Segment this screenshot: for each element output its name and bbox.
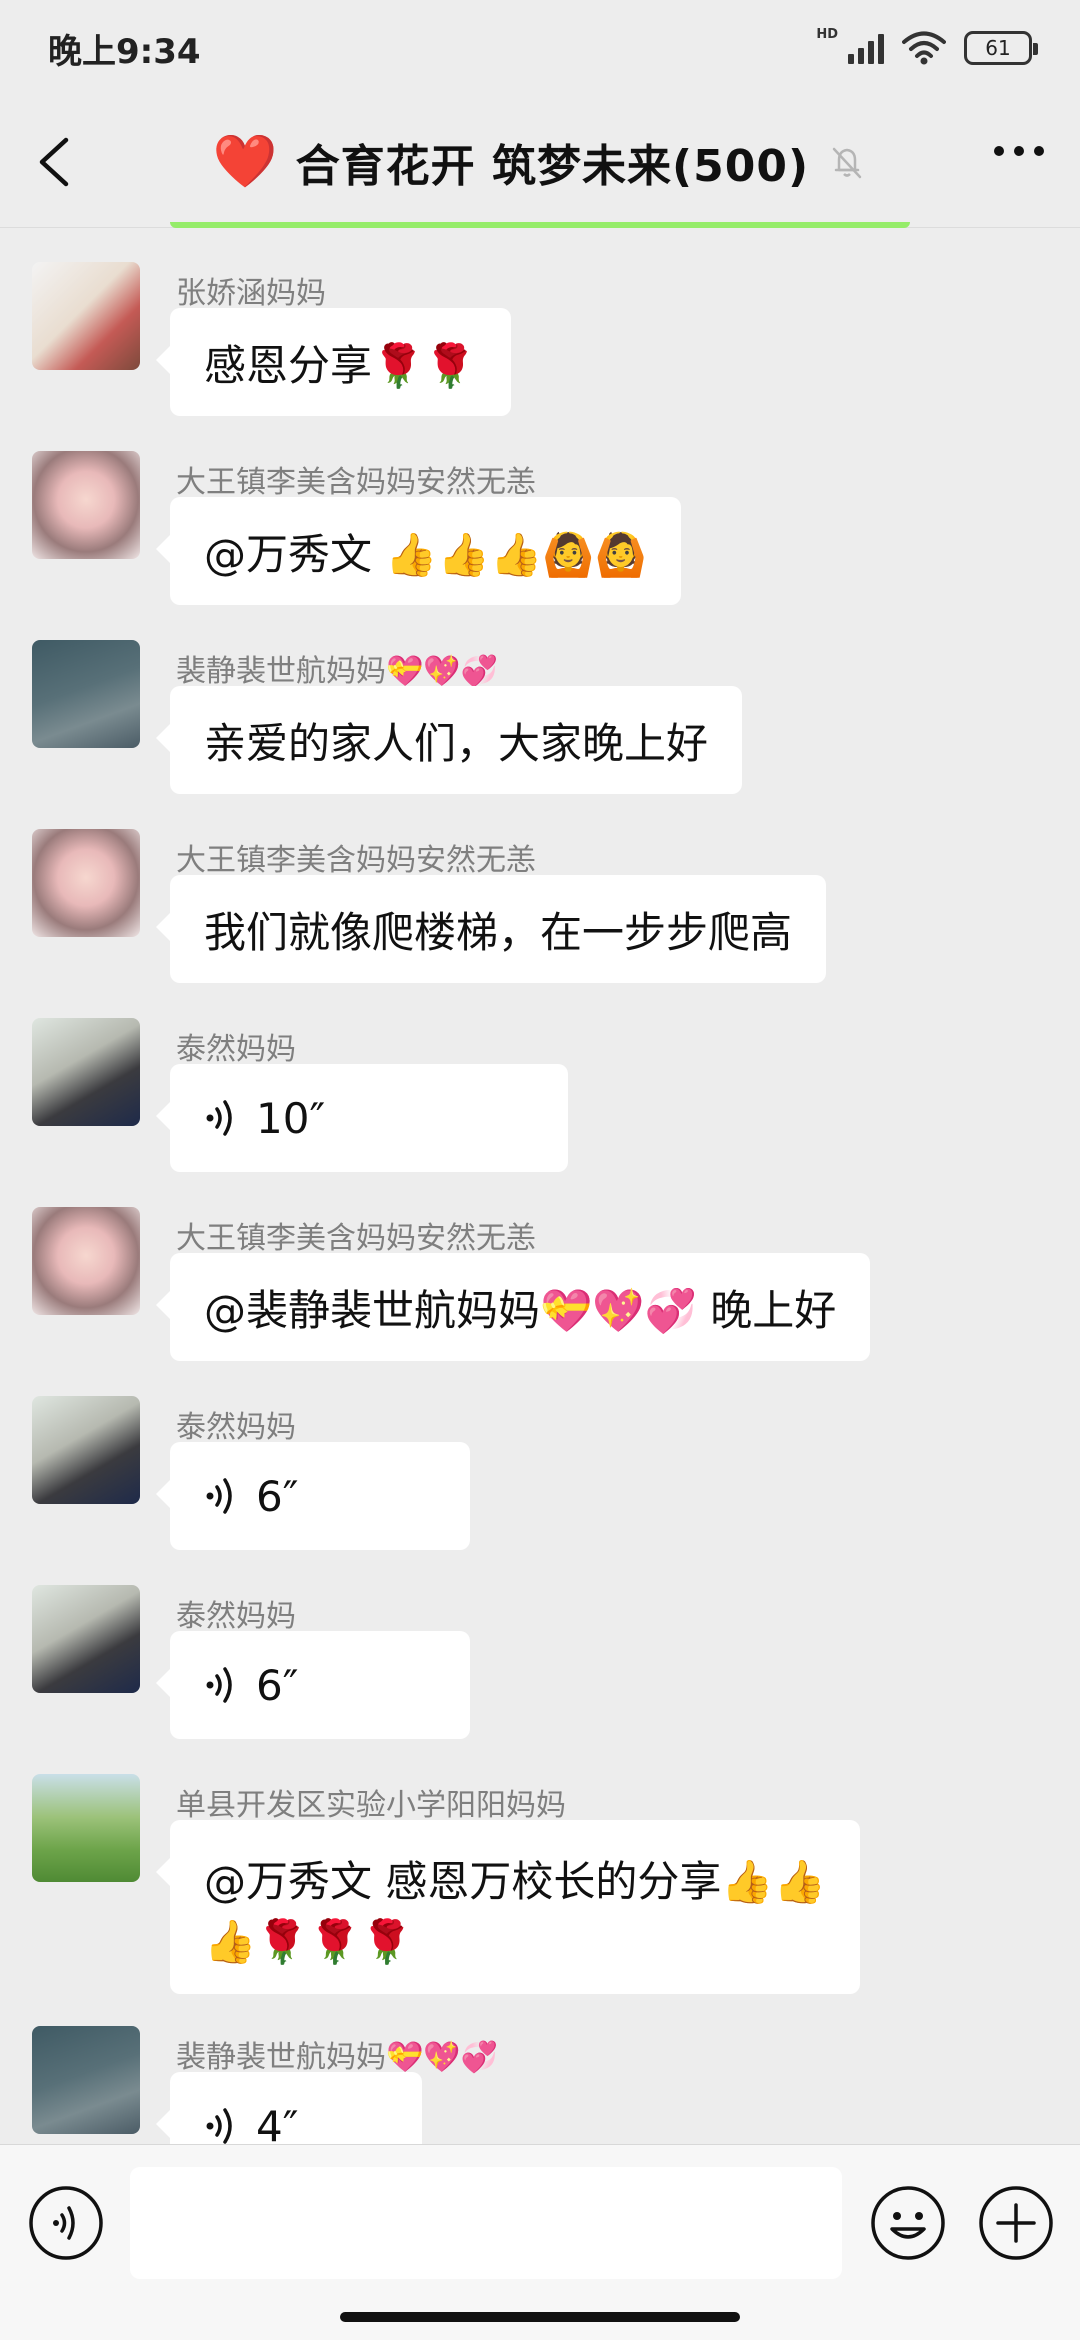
plus-icon[interactable] [978, 2185, 1054, 2261]
message-item: 张娇涵妈妈 感恩分享🌹🌹 [32, 262, 1032, 432]
message-text-line: 👍🌹🌹🌹 [204, 1916, 414, 1966]
message-bubble[interactable]: @万秀文 感恩万校长的分享👍👍 👍🌹🌹🌹 [156, 1820, 860, 1994]
voice-message-bubble[interactable]: 6″ [156, 1631, 470, 1739]
message-bubble[interactable]: 亲爱的家人们，大家晚上好 [155, 686, 743, 794]
message-item: 裴静裴世航妈妈💝💖💞 亲爱的家人们，大家晚上好 [32, 640, 1032, 810]
avatar[interactable] [32, 1774, 140, 1882]
avatar[interactable] [32, 1396, 140, 1504]
sender-name: 单县开发区实验小学阳阳妈妈 [176, 1788, 566, 1823]
battery-level: 61 [985, 36, 1011, 60]
hd-badge: HD [816, 26, 838, 42]
avatar[interactable] [32, 262, 140, 370]
muted-bell-icon [832, 147, 862, 179]
battery-icon: 61 [964, 31, 1038, 65]
voice-duration: 4″ [256, 2101, 299, 2145]
message-bubble[interactable]: 感恩分享🌹🌹 [156, 308, 511, 416]
signal-icon [848, 32, 884, 64]
voice-wave-icon [206, 1478, 232, 1514]
input-bar [0, 2144, 1080, 2340]
message-text: @裴静裴世航妈妈💝💖💞 晚上好 [204, 1285, 837, 1335]
message-item: 单县开发区实验小学阳阳妈妈 @万秀文 感恩万校长的分享👍👍 👍🌹🌹🌹 [32, 1774, 1032, 2004]
message-item: 泰然妈妈 10″ [32, 1018, 1032, 1188]
sender-name: 泰然妈妈 [176, 1599, 296, 1634]
voice-message-bubble[interactable]: 10″ [156, 1064, 568, 1172]
chat-title-group: ❤️ 合育花开 筑梦未来(500) [0, 96, 1080, 228]
message-text-line: @万秀文 感恩万校长的分享👍👍 [204, 1856, 826, 1906]
sender-name: 大王镇李美含妈妈安然无恙 [176, 843, 536, 878]
voice-duration: 6″ [256, 1471, 299, 1521]
message-bubble[interactable]: 我们就像爬楼梯，在一步步爬高 [155, 875, 827, 983]
sender-name: 张娇涵妈妈 [176, 276, 326, 311]
voice-wave-icon [206, 1100, 232, 1136]
message-item: 大王镇李美含妈妈安然无恙 @裴静裴世航妈妈💝💖💞 晚上好 [32, 1207, 1032, 1377]
voice-message-bubble[interactable]: 6″ [156, 1442, 470, 1550]
wifi-icon [902, 31, 946, 65]
voice-duration: 6″ [256, 1660, 299, 1710]
heart-emoji: ❤️ [212, 132, 278, 192]
message-text: 感恩分享🌹🌹 [204, 340, 477, 390]
avatar[interactable] [32, 1207, 140, 1315]
message-bubble[interactable]: @裴静裴世航妈妈💝💖💞 晚上好 [155, 1253, 871, 1361]
status-icons: HD 61 [816, 27, 1038, 65]
sender-name: 大王镇李美含妈妈安然无恙 [176, 465, 536, 500]
status-time: 晚上9:34 [48, 31, 201, 72]
avatar[interactable] [32, 2026, 140, 2134]
avatar[interactable] [32, 640, 140, 748]
avatar[interactable] [32, 1018, 140, 1126]
message-text: @万秀文 👍👍👍🙆🙆 [204, 529, 647, 579]
voice-wave-icon [206, 2108, 232, 2144]
emoji-icon[interactable] [870, 2185, 946, 2261]
message-item: 泰然妈妈 6″ [32, 1585, 1032, 1755]
avatar[interactable] [32, 1585, 140, 1693]
message-item: 大王镇李美含妈妈安然无恙 @万秀文 👍👍👍🙆🙆 [32, 451, 1032, 621]
message-input[interactable] [130, 2167, 842, 2279]
chat-header: ❤️ 合育花开 筑梦未来(500) [0, 96, 1080, 228]
sender-name: 裴静裴世航妈妈💝💖💞 [176, 654, 499, 689]
home-indicator[interactable] [340, 2312, 740, 2322]
sender-name: 泰然妈妈 [176, 1032, 296, 1067]
message-text: 我们就像爬楼梯，在一步步爬高 [204, 907, 793, 957]
voice-message-bubble[interactable]: 4″ [156, 2072, 422, 2145]
message-bubble[interactable]: @万秀文 👍👍👍🙆🙆 [156, 497, 681, 605]
message-item: 泰然妈妈 6″ [32, 1396, 1032, 1566]
chat-title[interactable]: 合育花开 筑梦未来(500) [296, 130, 809, 194]
message-text: 亲爱的家人们，大家晚上好 [204, 718, 709, 768]
sender-name: 大王镇李美含妈妈安然无恙 [176, 1221, 536, 1256]
avatar[interactable] [32, 451, 140, 559]
sender-name: 裴静裴世航妈妈💝💖💞 [176, 2040, 499, 2075]
status-bar: 晚上9:34 HD 61 [0, 0, 1080, 96]
voice-input-icon[interactable] [28, 2185, 104, 2261]
avatar[interactable] [32, 829, 140, 937]
more-dots-icon[interactable] [994, 146, 1044, 156]
voice-duration: 10″ [256, 1093, 326, 1143]
sender-name: 泰然妈妈 [176, 1410, 296, 1445]
voice-wave-icon [206, 1667, 232, 1703]
pinned-notice-edge [170, 222, 910, 228]
message-item: 裴静裴世航妈妈💝💖💞 4″ [32, 2026, 1032, 2144]
message-item: 大王镇李美含妈妈安然无恙 我们就像爬楼梯，在一步步爬高 [32, 829, 1032, 999]
